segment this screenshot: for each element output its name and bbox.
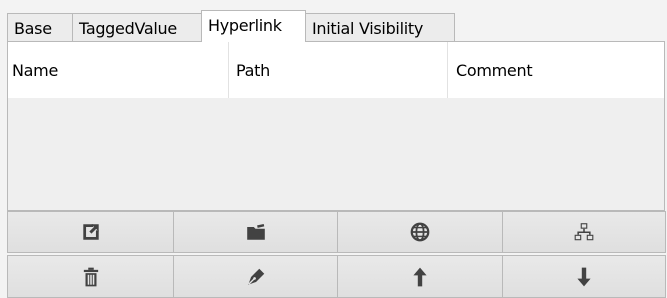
column-header-name[interactable]: Name [8,42,229,98]
open-external-icon [82,224,99,240]
browse-file-button[interactable] [173,211,338,253]
hierarchy-icon [574,223,594,241]
tab-base[interactable]: Base [7,13,73,42]
folder-icon [246,223,265,240]
move-up-button[interactable] [337,255,503,298]
column-header-comment[interactable]: Comment [448,42,664,98]
pen-icon [247,268,264,285]
table-header: Name Path Comment [8,42,664,98]
tab-initial-visibility[interactable]: Initial Visibility [305,13,455,42]
hyperlink-toolbar [7,211,666,298]
trash-icon [83,267,98,286]
move-down-button[interactable] [502,255,666,298]
arrow-down-icon [577,267,591,286]
delete-link-button[interactable] [7,255,174,298]
tab-taggedvalue[interactable]: TaggedValue [72,13,202,42]
hyperlink-properties-panel: Base TaggedValue Hyperlink Initial Visib… [0,0,667,298]
add-web-link-button[interactable] [337,211,503,253]
add-model-link-button[interactable] [502,211,666,253]
arrow-up-icon [413,267,427,286]
tab-hyperlink[interactable]: Hyperlink [201,10,306,42]
tab-bar: Base TaggedValue Hyperlink Initial Visib… [7,10,455,42]
open-link-button[interactable] [7,211,174,253]
hyperlink-table[interactable]: Name Path Comment [7,41,665,211]
column-header-path[interactable]: Path [229,42,448,98]
globe-icon [410,222,430,242]
edit-link-button[interactable] [173,255,338,298]
